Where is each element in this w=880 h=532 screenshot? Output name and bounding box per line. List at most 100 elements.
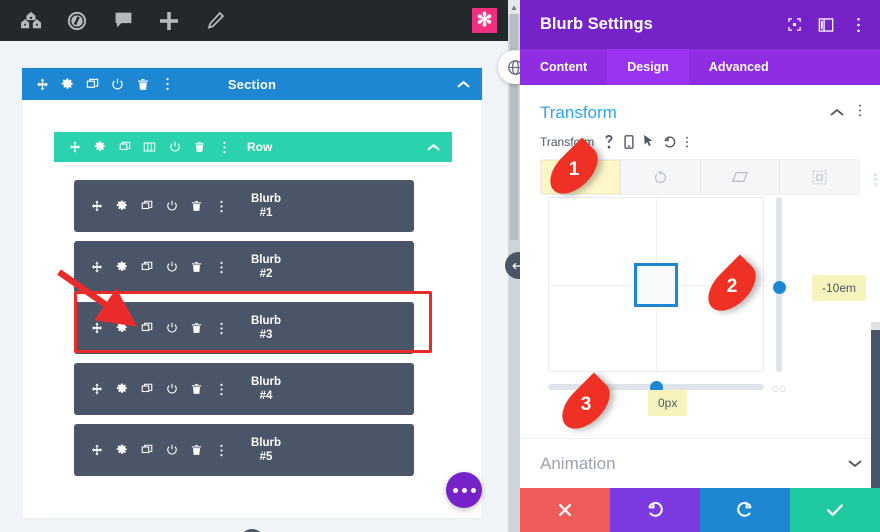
pad-element-preview[interactable]	[634, 262, 678, 307]
tab-design[interactable]: Design	[607, 49, 689, 85]
vertical-offset-value[interactable]: -10em	[812, 275, 867, 301]
chevron-up-icon[interactable]	[457, 80, 470, 89]
fullscreen-icon[interactable]	[784, 15, 804, 35]
move-icon[interactable]	[30, 72, 55, 96]
panel-footer	[520, 488, 880, 532]
more-options-icon[interactable]	[209, 195, 234, 217]
disable-icon[interactable]	[159, 256, 184, 278]
hover-cursor-icon[interactable]	[643, 135, 654, 149]
new-content-plus-icon[interactable]	[146, 0, 192, 41]
delete-trash-icon[interactable]	[130, 72, 155, 96]
callout-number: 2	[726, 276, 738, 297]
save-button[interactable]	[790, 488, 880, 532]
reset-undo-icon[interactable]	[663, 136, 676, 149]
duplicate-icon[interactable]	[134, 317, 159, 339]
horizontal-offset-value[interactable]: 0px	[648, 390, 688, 416]
link-icon[interactable]	[772, 381, 786, 399]
more-options-icon[interactable]	[155, 72, 180, 96]
settings-gear-icon[interactable]	[109, 195, 134, 217]
panel-title: Blurb Settings	[540, 15, 653, 33]
module-label: Blurb #5	[244, 436, 288, 464]
help-question-icon[interactable]	[603, 135, 615, 149]
more-options-icon[interactable]	[209, 256, 234, 278]
more-options-icon[interactable]	[209, 439, 234, 461]
disable-icon[interactable]	[159, 439, 184, 461]
module-blurb-4[interactable]: Blurb #4	[74, 363, 414, 415]
delete-trash-icon[interactable]	[187, 135, 212, 159]
delete-trash-icon[interactable]	[184, 317, 209, 339]
disable-icon[interactable]	[159, 378, 184, 400]
move-icon[interactable]	[62, 135, 87, 159]
delete-trash-icon[interactable]	[184, 378, 209, 400]
more-options-icon[interactable]	[685, 135, 689, 149]
delete-trash-icon[interactable]	[184, 439, 209, 461]
move-icon[interactable]	[84, 439, 109, 461]
edit-pencil-icon[interactable]	[192, 0, 238, 41]
settings-gear-icon[interactable]	[109, 256, 134, 278]
duplicate-icon[interactable]	[134, 195, 159, 217]
layout-toggle-icon[interactable]	[816, 15, 836, 35]
disable-icon[interactable]	[105, 72, 130, 96]
settings-gear-icon[interactable]	[109, 317, 134, 339]
duplicate-icon[interactable]	[80, 72, 105, 96]
close-button[interactable]	[520, 488, 610, 532]
animation-section-header[interactable]: Animation	[520, 438, 880, 488]
scale-icon[interactable]	[780, 160, 859, 194]
tab-content[interactable]: Content	[520, 49, 607, 85]
move-icon[interactable]	[84, 256, 109, 278]
chevron-up-icon[interactable]	[427, 143, 440, 152]
duplicate-icon[interactable]	[134, 439, 159, 461]
settings-gear-icon[interactable]	[55, 72, 80, 96]
transform-section-header: Transform	[520, 85, 880, 133]
skew-icon[interactable]	[700, 160, 781, 194]
module-label: Blurb #2	[244, 253, 288, 281]
module-blurb-5[interactable]: Blurb #5	[74, 424, 414, 476]
module-label: Blurb #3	[244, 314, 288, 342]
page-scrollbar-thumb[interactable]	[510, 0, 518, 240]
dashboard-gauge-icon[interactable]	[54, 0, 100, 41]
redo-button[interactable]	[700, 488, 790, 532]
transform-section-actions	[830, 103, 862, 123]
move-icon[interactable]	[84, 195, 109, 217]
duplicate-icon[interactable]	[112, 135, 137, 159]
chevron-down-icon[interactable]	[848, 455, 862, 473]
duplicate-icon[interactable]	[134, 378, 159, 400]
delete-trash-icon[interactable]	[184, 195, 209, 217]
disable-icon[interactable]	[162, 135, 187, 159]
duplicate-icon[interactable]	[134, 256, 159, 278]
more-options-icon[interactable]	[209, 317, 234, 339]
undo-button[interactable]	[610, 488, 700, 532]
disable-icon[interactable]	[159, 195, 184, 217]
more-options-icon[interactable]	[209, 378, 234, 400]
module-blurb-3[interactable]: Blurb #3	[74, 302, 414, 354]
module-blurb-1[interactable]: Blurb #1	[74, 180, 414, 232]
section-toolbar[interactable]: Section	[22, 68, 482, 100]
more-options-icon[interactable]	[212, 135, 237, 159]
rotate-icon[interactable]	[620, 160, 701, 194]
responsive-device-icon[interactable]	[624, 135, 634, 149]
tab-advanced[interactable]: Advanced	[689, 49, 789, 85]
settings-gear-icon[interactable]	[87, 135, 112, 159]
comments-icon[interactable]	[100, 0, 146, 41]
settings-gear-icon[interactable]	[109, 378, 134, 400]
more-options-icon[interactable]	[848, 15, 868, 35]
more-options-icon[interactable]	[858, 103, 862, 123]
module-blurb-2[interactable]: Blurb #2	[74, 241, 414, 293]
vertical-offset-slider-knob[interactable]	[773, 281, 786, 294]
column-layout-icon[interactable]	[137, 135, 162, 159]
chevron-up-icon[interactable]	[830, 104, 844, 122]
dot	[874, 173, 877, 176]
dot	[874, 178, 877, 181]
settings-gear-icon[interactable]	[109, 439, 134, 461]
section-container: Section Row Blurb #1 Blurb #2 Blurb #3 B…	[22, 68, 482, 532]
move-icon[interactable]	[84, 317, 109, 339]
builder-menu-fab[interactable]	[446, 472, 482, 508]
move-icon[interactable]	[84, 378, 109, 400]
delete-trash-icon[interactable]	[184, 256, 209, 278]
wp-sites-icon[interactable]	[8, 0, 54, 41]
panel-header: Blurb Settings	[520, 0, 880, 49]
row-toolbar[interactable]: Row	[54, 132, 452, 162]
plugin-star-badge[interactable]: ✻	[472, 8, 497, 33]
disable-icon[interactable]	[159, 317, 184, 339]
scroll-up-arrow-icon[interactable]: ▲	[508, 0, 520, 14]
